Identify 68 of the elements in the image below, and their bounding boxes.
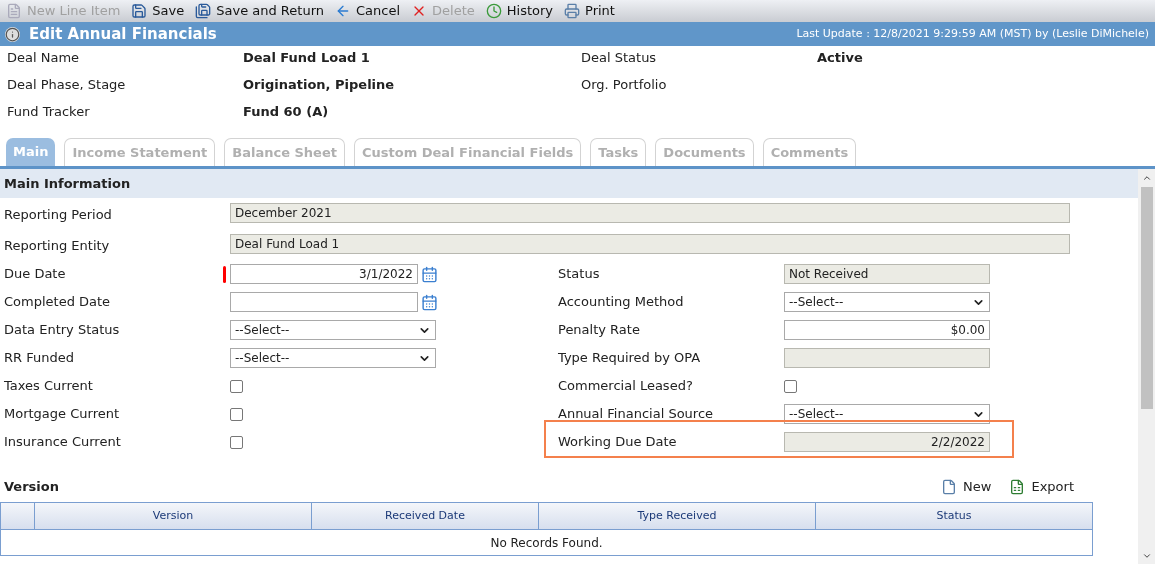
clock-icon xyxy=(485,3,502,19)
info-value: Origination, Pipeline xyxy=(243,76,396,94)
scroll-up-icon[interactable] xyxy=(1141,173,1152,183)
empty-message: No Records Found. xyxy=(1,529,1092,555)
toolbar-button[interactable]: History xyxy=(485,1,554,21)
info-value: Fund 60 (A) xyxy=(243,103,330,121)
readonly-field: Deal Fund Load 1 xyxy=(230,233,1070,254)
floppy-disks-icon xyxy=(195,3,212,19)
column-header[interactable]: Received Date xyxy=(312,503,539,529)
toolbar-button[interactable]: Print xyxy=(564,1,615,21)
field-label: Penalty Rate xyxy=(558,321,641,340)
last-update-text: Last Update : 12/8/2021 9:29:59 AM (MST) by (Leslie DiMichele) xyxy=(796,25,1149,42)
readonly-field: Not Received xyxy=(784,264,990,284)
date-field[interactable] xyxy=(230,292,418,312)
select-dropdown[interactable]: --Select-- xyxy=(784,292,990,312)
select-dropdown[interactable]: --Select-- xyxy=(784,404,990,424)
field-label: Taxes Current xyxy=(4,377,94,396)
column-header[interactable]: Type Received xyxy=(539,503,816,529)
calendar-icon[interactable] xyxy=(421,293,438,311)
field-label: Annual Financial Source xyxy=(558,405,715,424)
toolbar-button[interactable]: Save xyxy=(131,1,185,21)
toolbar-button[interactable]: Cancel xyxy=(335,1,401,21)
field-label: Data Entry Status xyxy=(4,321,121,340)
date-field[interactable]: 3/1/2022 xyxy=(230,264,418,284)
field-label: Status xyxy=(558,265,601,284)
field-label: Working Due Date xyxy=(558,433,678,452)
section-title: Main Information xyxy=(4,174,131,193)
spreadsheet-icon xyxy=(1009,479,1026,495)
field-label: Reporting Period xyxy=(4,206,113,225)
field-label: Reporting Entity xyxy=(4,237,111,256)
info-label: Fund Tracker xyxy=(7,103,91,121)
checkbox[interactable] xyxy=(784,379,797,393)
printer-icon xyxy=(564,3,581,19)
toolbar-button[interactable]: Export xyxy=(1009,477,1074,497)
field-label: Accounting Method xyxy=(558,293,685,312)
info-label: Deal Status xyxy=(581,49,658,67)
field-label: Due Date xyxy=(4,265,67,284)
scroll-down-icon[interactable] xyxy=(1141,551,1152,561)
checkbox[interactable] xyxy=(230,379,243,393)
field-label: Type Required by OPA xyxy=(558,349,702,368)
info-value: Deal Fund Load 1 xyxy=(243,49,371,67)
field-label: RR Funded xyxy=(4,349,75,368)
toolbar-button[interactable]: Save and Return xyxy=(195,1,324,21)
input-field[interactable]: $0.00 xyxy=(784,320,990,340)
column-header[interactable]: Status xyxy=(816,503,1092,529)
info-label: Deal Name xyxy=(7,49,81,67)
field-label: Commercial Leased? xyxy=(558,377,694,396)
scrollbar[interactable] xyxy=(1138,169,1155,564)
readonly-field: 2/2/2022 xyxy=(784,432,990,452)
info-label: Org. Portfolio xyxy=(581,76,668,94)
readonly-field: December 2021 xyxy=(230,202,1070,223)
checkbox[interactable] xyxy=(230,435,243,449)
document-icon xyxy=(6,3,22,19)
calendar-icon[interactable] xyxy=(421,265,438,283)
info-value: Active xyxy=(817,49,864,67)
info-icon xyxy=(5,26,20,42)
page-title: Edit Annual Financials xyxy=(29,23,217,45)
section-title: Version xyxy=(4,478,59,497)
field-label: Completed Date xyxy=(4,293,112,312)
checkbox[interactable] xyxy=(230,407,243,421)
column-header[interactable]: Version xyxy=(35,503,312,529)
info-label: Deal Phase, Stage xyxy=(7,76,127,94)
document-icon xyxy=(941,479,958,495)
select-dropdown[interactable]: --Select-- xyxy=(230,348,436,368)
field-label: Mortgage Current xyxy=(4,405,121,424)
select-dropdown[interactable]: --Select-- xyxy=(230,320,436,340)
toolbar-button[interactable]: New xyxy=(941,477,992,497)
field-label: Insurance Current xyxy=(4,433,122,452)
